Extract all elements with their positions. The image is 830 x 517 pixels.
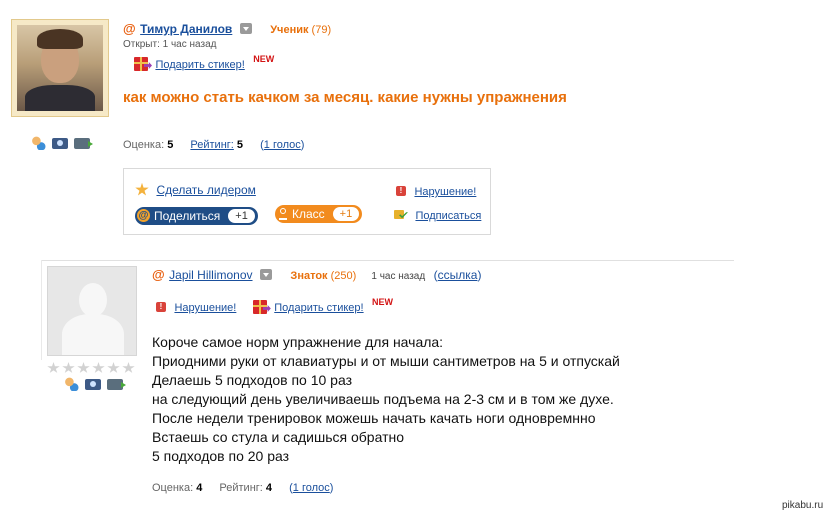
votes-link[interactable]: 1 голос [264,139,301,151]
star-icon [122,362,135,373]
answer-link-close: ) [477,268,482,282]
gift-icon[interactable] [252,298,271,316]
answer-tools-row: ! Нарушение! Подарить стикер! NEW [156,297,394,316]
at-icon: @ [152,267,165,282]
chevron-down-icon[interactable] [259,269,272,281]
avatar-photo [17,25,103,111]
question-violation-row[interactable]: ! Нарушение! [396,182,476,200]
question-title: как можно стать качком за месяц. какие н… [123,89,567,106]
answer-time: 1 час назад [371,271,426,282]
star-icon [107,362,120,373]
question-author-icons [30,136,93,150]
score-label: Оценка: [123,139,165,151]
votes-close: ) [300,139,305,151]
answer-line: Делаешь 5 подходов по 10 раз [152,372,353,388]
watermark: pikabu.ru [782,500,824,511]
answer-author-rank: Знаток (250) [290,270,359,282]
avatar-placeholder-body [62,314,124,355]
rank-points: (79) [311,24,332,36]
rating-label[interactable]: Рейтинг: [190,139,233,151]
chevron-down-icon[interactable] [239,23,252,35]
make-leader-link[interactable]: Сделать лидером [156,183,255,197]
video-icon[interactable] [107,379,126,390]
photo-icon[interactable] [85,379,101,390]
rank-label: Ученик [270,24,309,36]
at-share-icon: @ [137,209,150,222]
avatar-placeholder-head [79,283,107,317]
class-label: Класс [292,207,325,221]
rating-label: Рейтинг: [219,482,263,494]
make-leader-row[interactable]: Сделать лидером [135,181,256,199]
subscribe-link[interactable]: Подписаться [415,210,481,222]
star-icon [62,362,75,373]
votes-close: ) [329,482,334,494]
class-count: +1 [332,207,360,221]
answer-author-name[interactable]: Japil Hillimonov [169,268,252,282]
share-label: Поделиться [154,208,221,223]
star-icon [135,182,149,196]
score-label: Оценка: [152,482,194,494]
rating-value: 4 [265,482,273,494]
star-icon [47,362,60,373]
user-profile-icon[interactable] [30,136,46,150]
share-button[interactable]: @ Поделиться +1 [135,205,258,225]
answer-author-avatar[interactable] [47,266,137,356]
rank-points: (250) [330,270,357,282]
question-author-line: @ Тимур Данилов Ученик (79) [123,20,331,38]
answer-line: на следующий день увеличиваешь подъема н… [152,391,614,407]
rating-value: 5 [236,139,244,151]
warning-icon: ! [156,301,166,312]
question-actions-box: Сделать лидером ! Нарушение! @ Поделитьс… [123,168,491,235]
rank-label: Знаток [290,270,328,282]
at-icon: @ [123,21,136,36]
answer-line: Встаешь со стула и садишься обратно [152,429,404,445]
user-profile-icon[interactable] [63,377,79,391]
star-icon [77,362,90,373]
question-author-name[interactable]: Тимур Данилов [140,22,232,36]
new-badge: NEW [253,54,275,64]
answer-line: Приодними руки от клавиатуры и от мыши с… [152,353,620,369]
answer-left-divider [41,260,42,360]
question-sticker-row: Подарить стикер! NEW [134,54,275,73]
violation-link[interactable]: Нарушение! [414,186,476,198]
question-opened: Открыт: 1 час назад [123,39,217,50]
new-badge: NEW [372,297,394,307]
answer-line: Короче самое норм упражнение для начала: [152,334,444,350]
votes-link[interactable]: 1 голос [293,482,330,494]
answer-line: После недели тренировок можешь начать ка… [152,410,596,426]
odnoklassniki-icon [278,207,288,221]
class-button[interactable]: Класс +1 [275,205,363,226]
gift-sticker-link[interactable]: Подарить стикер! [155,59,244,71]
warning-icon: ! [396,185,406,196]
answer-line: 5 подходов по 20 раз [152,448,290,464]
answer-author-line: @ Japil Hillimonov Знаток (250) 1 час на… [152,266,481,284]
photo-icon[interactable] [52,138,68,149]
answer-divider [41,260,734,261]
question-author-rank: Ученик (79) [270,24,331,36]
question-score-row: Оценка: 5 Рейтинг: 5 (1 голос) [123,139,304,151]
answer-author-stars [47,362,135,374]
subscribe-icon [394,208,408,221]
score-value: 5 [167,139,174,151]
answer-body: Короче самое норм упражнение для начала:… [152,333,620,466]
question-author-avatar[interactable] [11,19,109,117]
answer-violation-link[interactable]: Нарушение! [174,302,236,314]
answer-score-row: Оценка: 4 Рейтинг: 4 (1 голос) [152,482,333,494]
answer-permalink[interactable]: ссылка [438,268,478,282]
score-value: 4 [196,482,203,494]
star-icon [92,362,105,373]
share-count: +1 [228,208,255,223]
answer-gift-sticker-link[interactable]: Подарить стикер! [274,302,363,314]
answer-author-icons [63,377,126,391]
subscribe-row[interactable]: Подписаться [394,206,481,224]
video-icon[interactable] [74,138,93,149]
gift-icon[interactable] [134,55,152,73]
